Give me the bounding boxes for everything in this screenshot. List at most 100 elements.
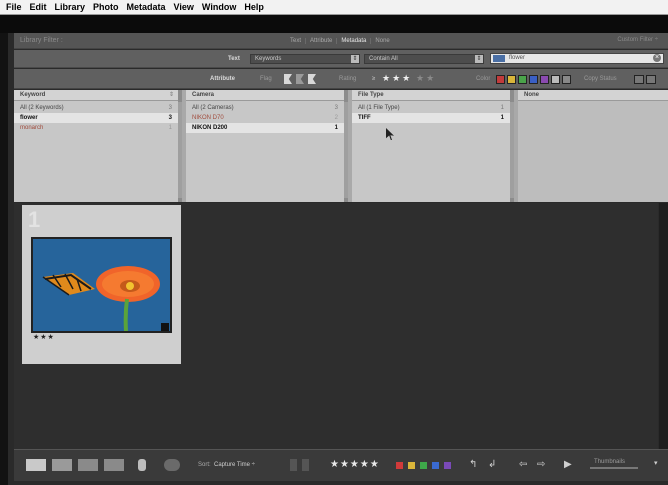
column-title: Keyword bbox=[20, 92, 46, 98]
column-none: None bbox=[518, 90, 668, 202]
flag-reject-icon[interactable] bbox=[302, 459, 309, 471]
copy-virtual-icon[interactable] bbox=[646, 75, 656, 84]
menu-library[interactable]: Library bbox=[55, 2, 86, 12]
rating-stars-empty[interactable]: ★★ bbox=[416, 73, 436, 84]
rating-stars[interactable]: ★★★★★ bbox=[330, 459, 380, 470]
menu-view[interactable]: View bbox=[174, 2, 194, 12]
play-slideshow-icon[interactable]: ▶ bbox=[564, 459, 572, 470]
column-title: Camera bbox=[192, 92, 215, 98]
list-item[interactable]: monarch 1 bbox=[14, 123, 178, 133]
thumbnail-size-slider[interactable] bbox=[590, 467, 638, 469]
label-yellow-swatch[interactable] bbox=[408, 462, 415, 469]
survey-view-icon[interactable] bbox=[104, 459, 124, 471]
item-count: 3 bbox=[334, 105, 338, 111]
color-green-swatch[interactable] bbox=[518, 75, 527, 84]
text-filter-row: Text Keywords ⇕ Contain All ⇕ flower × bbox=[14, 50, 668, 68]
painter-icon[interactable] bbox=[138, 459, 146, 471]
column-file-type: File Type All (1 File Type) 1 TIFF 1 bbox=[352, 90, 514, 202]
loupe-view-icon[interactable] bbox=[52, 459, 72, 471]
color-purple-swatch[interactable] bbox=[540, 75, 549, 84]
tab-text[interactable]: Text bbox=[286, 38, 307, 44]
previous-icon[interactable]: ⇦ bbox=[519, 459, 527, 470]
custom-filter-select[interactable]: Custom Filter ÷ bbox=[617, 37, 658, 43]
label-green-swatch[interactable] bbox=[420, 462, 427, 469]
column-title: File Type bbox=[358, 92, 384, 98]
tab-none[interactable]: None bbox=[371, 38, 393, 44]
tab-attribute[interactable]: Attribute bbox=[306, 38, 338, 44]
flag-rejected-icon[interactable] bbox=[308, 74, 316, 84]
search-input[interactable]: flower × bbox=[490, 53, 664, 64]
rating-operator[interactable]: ≥ bbox=[372, 76, 375, 82]
menu-window[interactable]: Window bbox=[202, 2, 236, 12]
column-header[interactable]: File Type bbox=[352, 90, 510, 101]
search-target-dropdown[interactable]: Keywords ⇕ bbox=[250, 54, 360, 64]
column-header[interactable]: Camera bbox=[186, 90, 344, 101]
metadata-browser: Keyword ⇕ All (2 Keywords) 3 flower 3 mo… bbox=[14, 90, 668, 202]
column-scrollbar[interactable] bbox=[344, 102, 348, 198]
clear-search-icon[interactable]: × bbox=[653, 54, 661, 62]
menu-file[interactable]: File bbox=[6, 2, 22, 12]
grid-scrollbar[interactable] bbox=[659, 203, 668, 449]
sort-dropdown[interactable]: Capture Time ÷ bbox=[214, 462, 255, 468]
grid-view-icon[interactable] bbox=[26, 459, 46, 471]
list-item[interactable]: NIKON D70 2 bbox=[186, 113, 344, 123]
thumbnails-label: Thumbnails bbox=[594, 459, 626, 465]
color-custom-swatch[interactable] bbox=[551, 75, 560, 84]
list-item[interactable]: All (1 File Type) 1 bbox=[352, 103, 510, 113]
rating-stars[interactable]: ★★★ bbox=[382, 73, 412, 84]
library-filter-bar: Library Filter : Text Attribute Metadata… bbox=[14, 33, 668, 49]
menu-photo[interactable]: Photo bbox=[93, 2, 119, 12]
column-scrollbar[interactable] bbox=[510, 102, 514, 198]
flag-pick-icon[interactable] bbox=[290, 459, 297, 471]
item-count: 1 bbox=[500, 115, 504, 121]
rotate-right-icon[interactable]: ↲ bbox=[488, 459, 496, 470]
photo-thumbnail[interactable] bbox=[31, 237, 172, 333]
label-red-swatch[interactable] bbox=[396, 462, 403, 469]
filter-title: Library Filter : bbox=[20, 37, 63, 44]
column-menu-icon[interactable]: ⇕ bbox=[169, 90, 174, 101]
flag-pick-icon[interactable] bbox=[284, 74, 292, 84]
column-scrollbar[interactable] bbox=[178, 102, 182, 198]
label-blue-swatch[interactable] bbox=[432, 462, 439, 469]
flag-label: Flag bbox=[260, 76, 272, 82]
list-item[interactable]: All (2 Keywords) 3 bbox=[14, 103, 178, 113]
color-blue-swatch[interactable] bbox=[529, 75, 538, 84]
item-count: 3 bbox=[168, 115, 172, 121]
color-none-swatch[interactable] bbox=[562, 75, 571, 84]
item-label: NIKON D200 bbox=[192, 125, 228, 131]
search-rule-dropdown[interactable]: Contain All ⇕ bbox=[364, 54, 484, 64]
next-icon[interactable]: ⇨ bbox=[537, 459, 545, 470]
column-header[interactable]: Keyword ⇕ bbox=[14, 90, 178, 101]
menu-edit[interactable]: Edit bbox=[30, 2, 47, 12]
list-item[interactable]: NIKON D200 1 bbox=[186, 123, 344, 133]
menu-metadata[interactable]: Metadata bbox=[127, 2, 166, 12]
column-header[interactable]: None bbox=[518, 90, 668, 101]
column-camera: Camera All (2 Cameras) 3 NIKON D70 2 NIK… bbox=[186, 90, 348, 202]
color-yellow-swatch[interactable] bbox=[507, 75, 516, 84]
cell-rating: ★★★ bbox=[33, 334, 55, 341]
item-count: 1 bbox=[168, 125, 172, 131]
toolbar-menu-icon[interactable]: ▾ bbox=[654, 459, 658, 467]
cell-index: 1 bbox=[28, 207, 41, 232]
tab-metadata[interactable]: Metadata bbox=[337, 38, 372, 44]
list-item[interactable]: All (2 Cameras) 3 bbox=[186, 103, 344, 113]
rotate-left-icon[interactable]: ↰ bbox=[469, 459, 477, 470]
filter-tabs: Text Attribute Metadata None bbox=[286, 33, 394, 49]
color-red-swatch[interactable] bbox=[496, 75, 505, 84]
rating-label: Rating bbox=[339, 76, 357, 82]
item-count: 3 bbox=[168, 105, 172, 111]
item-label: All (2 Keywords) bbox=[20, 105, 64, 111]
copy-master-icon[interactable] bbox=[634, 75, 644, 84]
title-strip bbox=[0, 15, 668, 33]
list-item[interactable]: flower 3 bbox=[14, 113, 178, 123]
item-label: All (2 Cameras) bbox=[192, 105, 234, 111]
attribute-label: Attribute bbox=[210, 76, 235, 82]
list-item[interactable]: TIFF 1 bbox=[352, 113, 510, 123]
flag-unflagged-icon[interactable] bbox=[296, 74, 304, 84]
menu-help[interactable]: Help bbox=[244, 2, 264, 12]
sort-direction-icon[interactable] bbox=[164, 459, 180, 471]
search-target-value: Keywords bbox=[255, 56, 282, 62]
search-icon bbox=[493, 55, 505, 62]
label-purple-swatch[interactable] bbox=[444, 462, 451, 469]
compare-view-icon[interactable] bbox=[78, 459, 98, 471]
